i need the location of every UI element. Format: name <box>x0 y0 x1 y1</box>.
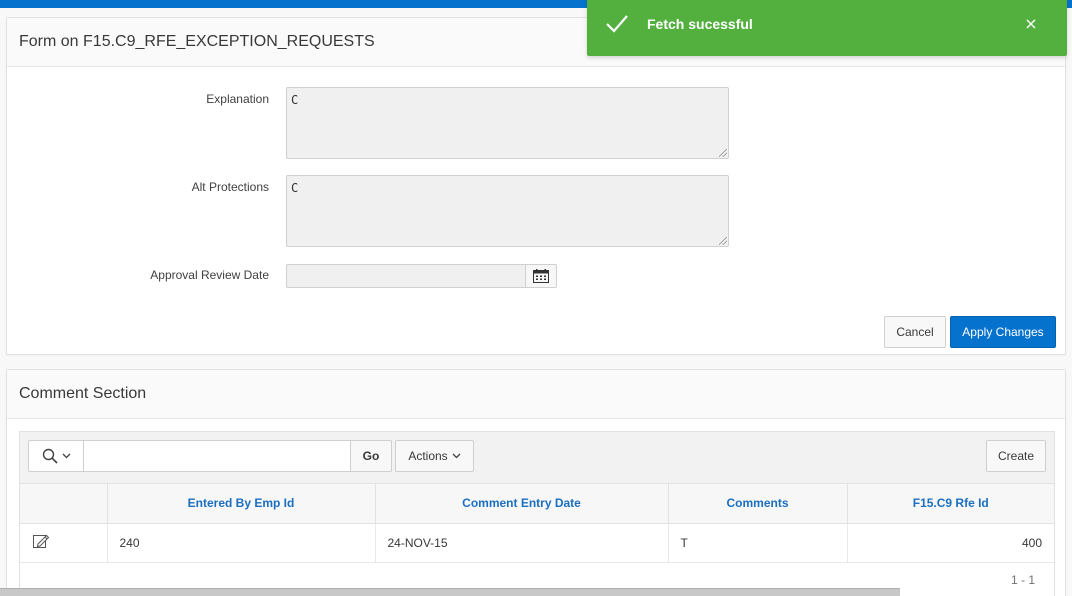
comment-region-title: Comment Section <box>19 385 147 402</box>
cancel-button[interactable]: Cancel <box>884 316 946 348</box>
approval-review-date-label: Approval Review Date <box>150 268 269 282</box>
cell-entry-date: 24-NOV-15 <box>375 523 669 563</box>
cell-rfe-id: 400 <box>847 523 1054 563</box>
close-icon[interactable]: × <box>1022 14 1040 33</box>
interactive-report: Go Actions Create Entered By Emp Id Comm… <box>19 431 1055 596</box>
search-group: Go <box>28 440 392 472</box>
alt-protections-value: C <box>291 181 299 195</box>
calendar-button[interactable] <box>525 264 557 288</box>
alt-protections-textarea[interactable]: C <box>286 175 729 247</box>
column-header-entered-by-emp-id[interactable]: Entered By Emp Id <box>107 484 376 524</box>
search-column-menu[interactable] <box>28 440 84 472</box>
alt-protections-label: Alt Protections <box>191 180 269 194</box>
explanation-value: C <box>291 93 299 107</box>
actions-menu-button[interactable]: Actions <box>395 440 474 472</box>
comment-region: Comment Section Go Actions Create Entere… <box>6 369 1066 596</box>
cell-emp-id: 240 <box>107 523 376 563</box>
column-header-edit <box>20 484 108 524</box>
cell-comments: T <box>668 523 848 563</box>
toast-message: Fetch sucessful <box>647 16 753 32</box>
calendar-icon <box>533 269 549 283</box>
go-button[interactable]: Go <box>351 440 392 472</box>
resize-grip-icon[interactable] <box>719 237 727 245</box>
search-icon <box>42 448 58 464</box>
success-toast: Fetch sucessful × <box>587 0 1067 56</box>
report-toolbar: Go Actions Create <box>20 432 1054 484</box>
column-header-comments[interactable]: Comments <box>668 484 848 524</box>
pagination-range: 1 - 1 <box>1010 573 1035 587</box>
explanation-textarea[interactable]: C <box>286 87 729 159</box>
chevron-down-icon <box>452 453 461 459</box>
edit-icon[interactable] <box>32 532 50 550</box>
search-input[interactable] <box>84 440 351 472</box>
horizontal-scrollbar[interactable] <box>0 588 900 596</box>
column-header-rfe-id[interactable]: F15.C9 Rfe Id <box>847 484 1054 524</box>
check-icon <box>606 15 628 33</box>
chevron-down-icon <box>62 453 70 459</box>
form-region: Form on F15.C9_RFE_EXCEPTION_REQUESTS Ex… <box>6 17 1066 355</box>
create-button[interactable]: Create <box>986 440 1046 472</box>
actions-label: Actions <box>408 449 448 463</box>
comment-region-header: Comment Section <box>7 370 1065 419</box>
resize-grip-icon[interactable] <box>719 149 727 157</box>
approval-review-date-input[interactable] <box>286 264 526 288</box>
form-region-title: Form on F15.C9_RFE_EXCEPTION_REQUESTS <box>19 33 375 50</box>
table-header-row: Entered By Emp Id Comment Entry Date Com… <box>20 484 1054 524</box>
report-table: Entered By Emp Id Comment Entry Date Com… <box>20 484 1054 563</box>
apply-changes-button[interactable]: Apply Changes <box>950 316 1056 348</box>
edit-cell <box>20 523 108 563</box>
explanation-label: Explanation <box>206 92 269 106</box>
column-header-comment-entry-date[interactable]: Comment Entry Date <box>375 484 669 524</box>
table-row: 240 24-NOV-15 T 400 <box>20 523 1054 563</box>
